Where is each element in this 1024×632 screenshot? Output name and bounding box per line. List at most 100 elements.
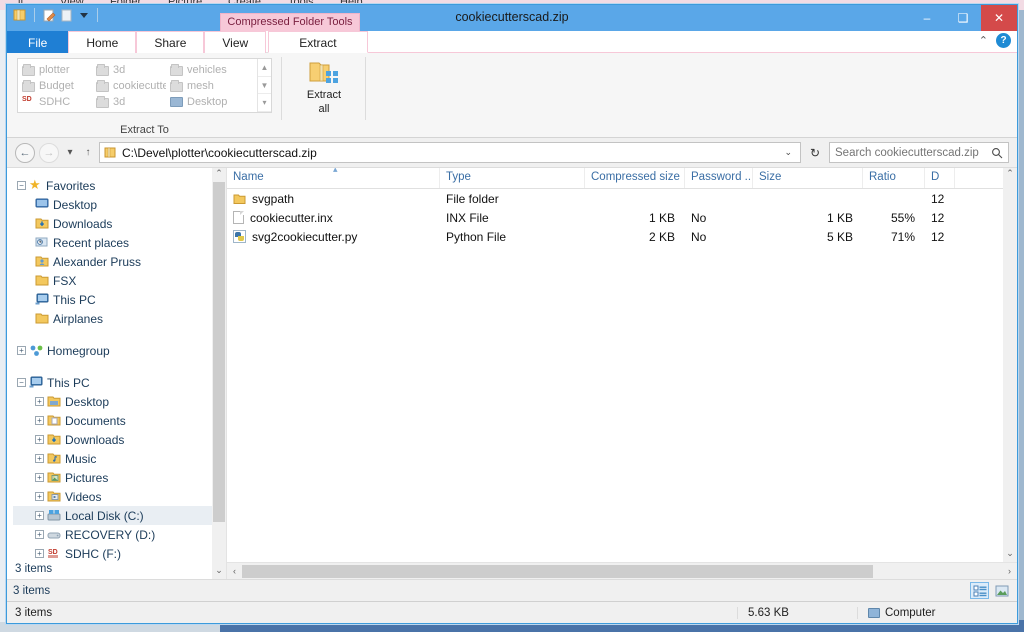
folder-icon — [22, 63, 35, 76]
search-box[interactable] — [829, 142, 1009, 163]
zip-folder-icon[interactable] — [13, 8, 27, 22]
nav-scroll-track[interactable] — [212, 182, 226, 565]
extract-to-gallery[interactable]: plotter Budget SD SDHC 3d cookiecutte 3d… — [17, 58, 272, 113]
tab-file[interactable]: File — [7, 31, 69, 53]
search-input[interactable] — [835, 146, 991, 159]
new-folder-icon[interactable] — [60, 8, 74, 22]
column-header-compressed-size[interactable]: Compressed size — [585, 168, 685, 188]
tree-node-desktop-fav[interactable]: Desktop — [13, 195, 226, 214]
forward-button[interactable]: → — [39, 142, 59, 163]
tree-node-this-pc-fav[interactable]: This PC — [13, 290, 226, 309]
expander-icon[interactable]: + — [35, 511, 44, 520]
tree-node-favorites[interactable]: − ★ Favorites — [13, 176, 226, 195]
refresh-button[interactable]: ↻ — [805, 146, 825, 160]
gallery-item-mesh[interactable]: mesh — [170, 78, 240, 94]
gallery-more-icon[interactable]: ▾ — [258, 94, 271, 113]
expander-icon[interactable]: + — [35, 549, 44, 558]
gallery-scrollbar[interactable]: ▲ ▼ ▾ — [257, 59, 271, 113]
expander-icon[interactable]: + — [35, 473, 44, 482]
gallery-item-3d-2[interactable]: 3d — [96, 94, 166, 110]
address-bar[interactable]: C:\Devel\plotter\cookiecutterscad.zip ⌄ — [99, 142, 801, 163]
gallery-item-sdhc[interactable]: SD SDHC — [22, 94, 92, 110]
gallery-item-plotter[interactable]: plotter — [22, 62, 92, 78]
nav-scroll-thumb[interactable] — [213, 182, 225, 522]
file-list-scrollbar[interactable]: ⌃ ⌄ — [1003, 168, 1017, 562]
table-row[interactable]: svgpath File folder 12 — [227, 189, 1003, 208]
qat-dropdown-icon[interactable] — [78, 9, 90, 21]
column-header-date[interactable]: D — [925, 168, 955, 188]
gallery-item-budget[interactable]: Budget — [22, 78, 92, 94]
details-view-button[interactable] — [970, 582, 989, 599]
maximize-button[interactable]: ❑ — [945, 5, 981, 31]
tree-node-local-disk-c[interactable]: + Local Disk (C:) — [13, 506, 226, 525]
extract-all-button[interactable]: Extract all — [294, 59, 354, 115]
tree-node-desktop-pc[interactable]: + Desktop — [13, 392, 226, 411]
tree-node-this-pc[interactable]: − This PC — [13, 373, 226, 392]
gallery-item-vehicles[interactable]: vehicles — [170, 62, 240, 78]
tree-node-documents[interactable]: + Documents — [13, 411, 226, 430]
back-button[interactable]: ← — [15, 142, 35, 163]
collapse-ribbon-icon[interactable]: ⌃ — [979, 34, 988, 47]
large-icons-view-button[interactable] — [992, 582, 1011, 599]
hscroll-right-icon[interactable]: › — [1002, 566, 1017, 576]
nav-scroll-up-icon[interactable]: ⌃ — [212, 168, 226, 182]
gallery-scroll-up-icon[interactable]: ▲ — [258, 59, 271, 77]
gallery-item-cookiecutter[interactable]: cookiecutter — [96, 78, 166, 94]
tree-node-fsx[interactable]: FSX — [13, 271, 226, 290]
table-row[interactable]: svg2cookiecutter.py Python File 2 KB No … — [227, 227, 1003, 246]
gallery-item-3d[interactable]: 3d — [96, 62, 166, 78]
file-list-hscrollbar[interactable]: ‹ › — [227, 562, 1017, 579]
tree-node-videos[interactable]: + Videos — [13, 487, 226, 506]
tree-node-airplanes[interactable]: Airplanes — [13, 309, 226, 328]
properties-icon[interactable] — [42, 8, 56, 22]
hscroll-thumb[interactable] — [242, 564, 873, 578]
tree-node-recovery-d[interactable]: + RECOVERY (D:) — [13, 525, 226, 544]
nav-scroll-down-icon[interactable]: ⌄ — [212, 565, 226, 579]
tree-node-pictures[interactable]: + Pictures — [13, 468, 226, 487]
up-button[interactable]: ↑ — [81, 147, 95, 158]
hscroll-track[interactable] — [242, 563, 1002, 579]
navigation-scrollbar[interactable]: ⌃ ⌄ — [212, 168, 226, 579]
tab-view[interactable]: View — [204, 31, 267, 53]
expander-icon[interactable]: + — [35, 454, 44, 463]
tab-extract[interactable]: Extract — [268, 31, 368, 53]
file-name-cell[interactable]: cookiecutter.inx — [227, 211, 440, 225]
tree-node-homegroup[interactable]: + Homegroup — [13, 341, 226, 360]
expander-icon[interactable]: + — [35, 435, 44, 444]
minimize-button[interactable]: – — [909, 5, 945, 31]
tab-home[interactable]: Home — [68, 31, 137, 53]
column-header-size[interactable]: Size — [753, 168, 863, 188]
gallery-scroll-down-icon[interactable]: ▼ — [258, 77, 271, 95]
tree-node-downloads-fav[interactable]: Downloads — [13, 214, 226, 233]
recent-locations-button[interactable]: ▾ — [63, 147, 77, 158]
column-header-password[interactable]: Password ... — [685, 168, 753, 188]
list-scroll-track[interactable] — [1003, 182, 1017, 548]
expander-icon[interactable]: + — [17, 346, 26, 355]
expander-icon[interactable]: − — [17, 378, 26, 387]
expander-icon[interactable]: + — [35, 416, 44, 425]
tree-node-downloads-pc[interactable]: + Downloads — [13, 430, 226, 449]
tab-share[interactable]: Share — [136, 31, 205, 53]
table-row[interactable]: cookiecutter.inx INX File 1 KB No 1 KB 5… — [227, 208, 1003, 227]
list-scroll-up-icon[interactable]: ⌃ — [1003, 168, 1017, 182]
expander-icon[interactable]: − — [17, 181, 26, 190]
search-icon[interactable] — [991, 147, 1003, 159]
column-header-ratio[interactable]: Ratio — [863, 168, 925, 188]
tree-node-sdhc-f[interactable]: + SD SDHC (F:) — [13, 544, 226, 563]
expander-icon[interactable]: + — [35, 492, 44, 501]
file-name-cell[interactable]: svgpath — [227, 192, 440, 206]
close-button[interactable]: ✕ — [981, 5, 1017, 31]
expander-icon[interactable]: + — [35, 530, 44, 539]
list-scroll-down-icon[interactable]: ⌄ — [1003, 548, 1017, 562]
tree-node-music[interactable]: + Music — [13, 449, 226, 468]
tree-node-alexander-pruss[interactable]: Alexander Pruss — [13, 252, 226, 271]
file-name-cell[interactable]: svg2cookiecutter.py — [227, 230, 440, 244]
column-header-type[interactable]: Type — [440, 168, 585, 188]
expander-icon[interactable]: + — [35, 397, 44, 406]
column-header-name[interactable]: ▴ Name — [227, 168, 440, 188]
gallery-item-desktop[interactable]: Desktop — [170, 94, 240, 110]
tree-node-recent-places[interactable]: Recent places — [13, 233, 226, 252]
help-icon[interactable]: ? — [996, 33, 1011, 48]
address-dropdown-icon[interactable]: ⌄ — [780, 147, 796, 158]
hscroll-left-icon[interactable]: ‹ — [227, 566, 242, 576]
